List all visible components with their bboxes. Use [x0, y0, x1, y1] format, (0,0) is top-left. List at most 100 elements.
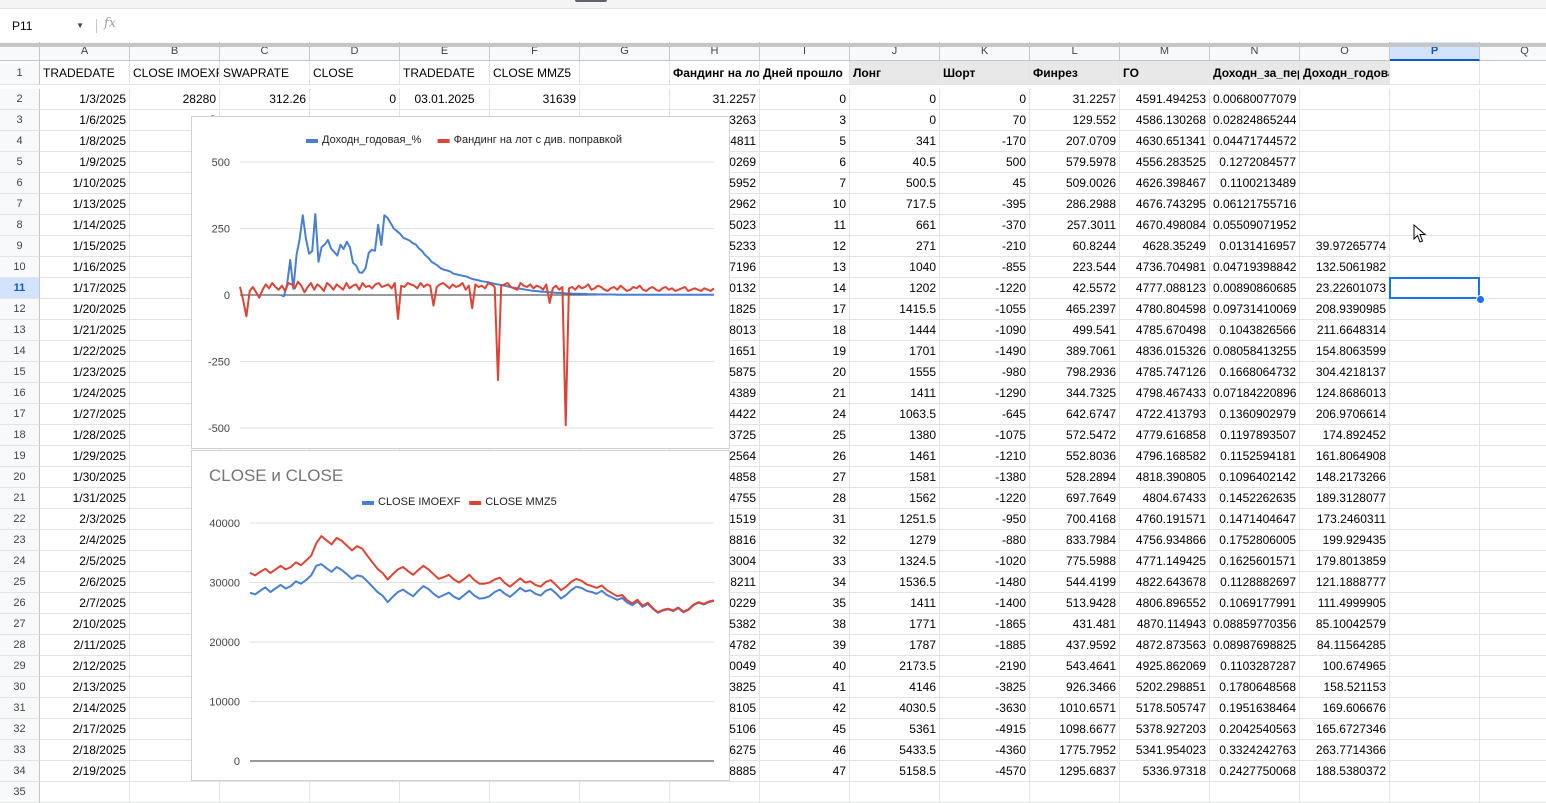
table-cell[interactable]: 2/10/2025 — [40, 614, 130, 635]
table-cell[interactable]: 509.0026 — [1030, 173, 1120, 194]
header-cell-l[interactable]: Финрез — [1030, 61, 1120, 85]
table-cell[interactable]: -395 — [940, 194, 1030, 215]
table-cell[interactable]: 0.3324242763 — [1210, 740, 1300, 761]
table-cell[interactable]: 0.1752806005 — [1210, 530, 1300, 551]
table-cell[interactable]: 1/31/2025 — [40, 488, 130, 509]
table-cell[interactable]: 1/28/2025 — [40, 425, 130, 446]
table-cell[interactable]: 5378.927203 — [1120, 719, 1210, 740]
table-cell[interactable]: 5158.5 — [850, 761, 940, 782]
table-cell[interactable]: 4872.873563 — [1120, 635, 1210, 656]
header-cell-c[interactable]: SWAPRATE — [220, 61, 310, 85]
table-cell[interactable]: 4777.088123 — [1120, 278, 1210, 299]
table-cell[interactable]: 39.97265774 — [1300, 236, 1390, 257]
table-cell[interactable] — [1480, 530, 1546, 551]
table-cell[interactable] — [1300, 173, 1390, 194]
table-cell[interactable]: 23.22601073 — [1300, 278, 1390, 299]
table-cell[interactable]: 70 — [940, 110, 1030, 131]
frozen-row-divider[interactable] — [0, 43, 1546, 47]
table-cell[interactable]: 0.1069177991 — [1210, 593, 1300, 614]
table-cell[interactable]: 1581 — [850, 467, 940, 488]
table-cell[interactable]: 24 — [760, 404, 850, 425]
row-header[interactable]: 31 — [0, 698, 40, 719]
table-cell[interactable]: 4676.743295 — [1120, 194, 1210, 215]
table-cell[interactable] — [1390, 761, 1480, 782]
table-cell[interactable] — [1300, 215, 1390, 236]
table-cell[interactable]: 0.08987698825 — [1210, 635, 1300, 656]
row-header[interactable]: 21 — [0, 488, 40, 509]
table-cell[interactable] — [1390, 698, 1480, 719]
table-cell[interactable] — [580, 89, 670, 110]
table-cell[interactable]: 4030.5 — [850, 698, 940, 719]
table-cell[interactable]: 41 — [760, 677, 850, 698]
table-cell[interactable]: 179.8013859 — [1300, 551, 1390, 572]
table-cell[interactable] — [1480, 341, 1546, 362]
table-cell[interactable]: 32 — [760, 530, 850, 551]
table-cell[interactable]: 1787 — [850, 635, 940, 656]
drag-handle-icon[interactable] — [575, 0, 607, 2]
header-cell-i[interactable]: Дней прошло — [760, 61, 850, 85]
table-cell[interactable]: 2/6/2025 — [40, 572, 130, 593]
table-cell[interactable] — [1390, 110, 1480, 131]
table-cell[interactable]: 0.00680077079 — [1210, 89, 1300, 110]
table-cell[interactable]: 2/7/2025 — [40, 593, 130, 614]
table-cell[interactable]: 0.1951638464 — [1210, 698, 1300, 719]
table-cell[interactable] — [1300, 131, 1390, 152]
table-cell[interactable]: -170 — [940, 131, 1030, 152]
table-cell[interactable]: 100.674965 — [1300, 656, 1390, 677]
chevron-down-icon[interactable]: ▼ — [76, 15, 84, 37]
row-header[interactable]: 33 — [0, 740, 40, 761]
table-cell[interactable] — [1390, 593, 1480, 614]
table-cell[interactable]: 1/10/2025 — [40, 173, 130, 194]
row-header[interactable]: 2 — [0, 89, 40, 110]
table-cell[interactable] — [310, 782, 400, 803]
table-cell[interactable]: 0.07184220896 — [1210, 383, 1300, 404]
row-header[interactable]: 19 — [0, 446, 40, 467]
table-cell[interactable] — [940, 782, 1030, 803]
table-cell[interactable]: 31639 — [490, 89, 580, 110]
table-cell[interactable] — [1390, 320, 1480, 341]
header-cell-p[interactable] — [1390, 61, 1480, 85]
row-header[interactable]: 25 — [0, 572, 40, 593]
table-cell[interactable]: 697.7649 — [1030, 488, 1120, 509]
table-cell[interactable]: -4570 — [940, 761, 1030, 782]
table-cell[interactable]: 121.1888777 — [1300, 572, 1390, 593]
table-cell[interactable]: 4785.670498 — [1120, 320, 1210, 341]
table-cell[interactable]: 0.1668064732 — [1210, 362, 1300, 383]
table-cell[interactable]: -4915 — [940, 719, 1030, 740]
table-cell[interactable] — [1390, 656, 1480, 677]
table-cell[interactable] — [1480, 740, 1546, 761]
table-cell[interactable]: 17 — [760, 299, 850, 320]
table-cell[interactable]: 2/19/2025 — [40, 761, 130, 782]
table-cell[interactable]: 0.04471744572 — [1210, 131, 1300, 152]
table-cell[interactable]: 4796.168582 — [1120, 446, 1210, 467]
table-cell[interactable]: 552.8036 — [1030, 446, 1120, 467]
table-cell[interactable]: 38 — [760, 614, 850, 635]
row-header[interactable]: 7 — [0, 194, 40, 215]
table-cell[interactable] — [1480, 446, 1546, 467]
table-cell[interactable]: 304.4218137 — [1300, 362, 1390, 383]
table-cell[interactable]: 4818.390805 — [1120, 467, 1210, 488]
table-cell[interactable]: -1400 — [940, 593, 1030, 614]
table-cell[interactable]: 11 — [760, 215, 850, 236]
table-cell[interactable]: 26 — [760, 446, 850, 467]
table-cell[interactable]: 4836.015326 — [1120, 341, 1210, 362]
table-cell[interactable] — [850, 782, 940, 803]
table-cell[interactable]: 84.11564285 — [1300, 635, 1390, 656]
table-cell[interactable]: 1380 — [850, 425, 940, 446]
table-cell[interactable]: 1/24/2025 — [40, 383, 130, 404]
table-cell[interactable]: 1202 — [850, 278, 940, 299]
row-header[interactable]: 26 — [0, 593, 40, 614]
table-cell[interactable]: 1775.7952 — [1030, 740, 1120, 761]
row-header[interactable]: 14 — [0, 341, 40, 362]
table-cell[interactable]: 1/6/2025 — [40, 110, 130, 131]
table-cell[interactable] — [1480, 215, 1546, 236]
table-cell[interactable]: 158.521153 — [1300, 677, 1390, 698]
table-cell[interactable]: 31.2257 — [1030, 89, 1120, 110]
table-cell[interactable]: 579.5978 — [1030, 152, 1120, 173]
table-cell[interactable]: 775.5988 — [1030, 551, 1120, 572]
row-header[interactable]: 24 — [0, 551, 40, 572]
table-cell[interactable]: 0.0131416957 — [1210, 236, 1300, 257]
row-header[interactable]: 6 — [0, 173, 40, 194]
table-cell[interactable]: 223.544 — [1030, 257, 1120, 278]
table-cell[interactable]: 1295.6837 — [1030, 761, 1120, 782]
